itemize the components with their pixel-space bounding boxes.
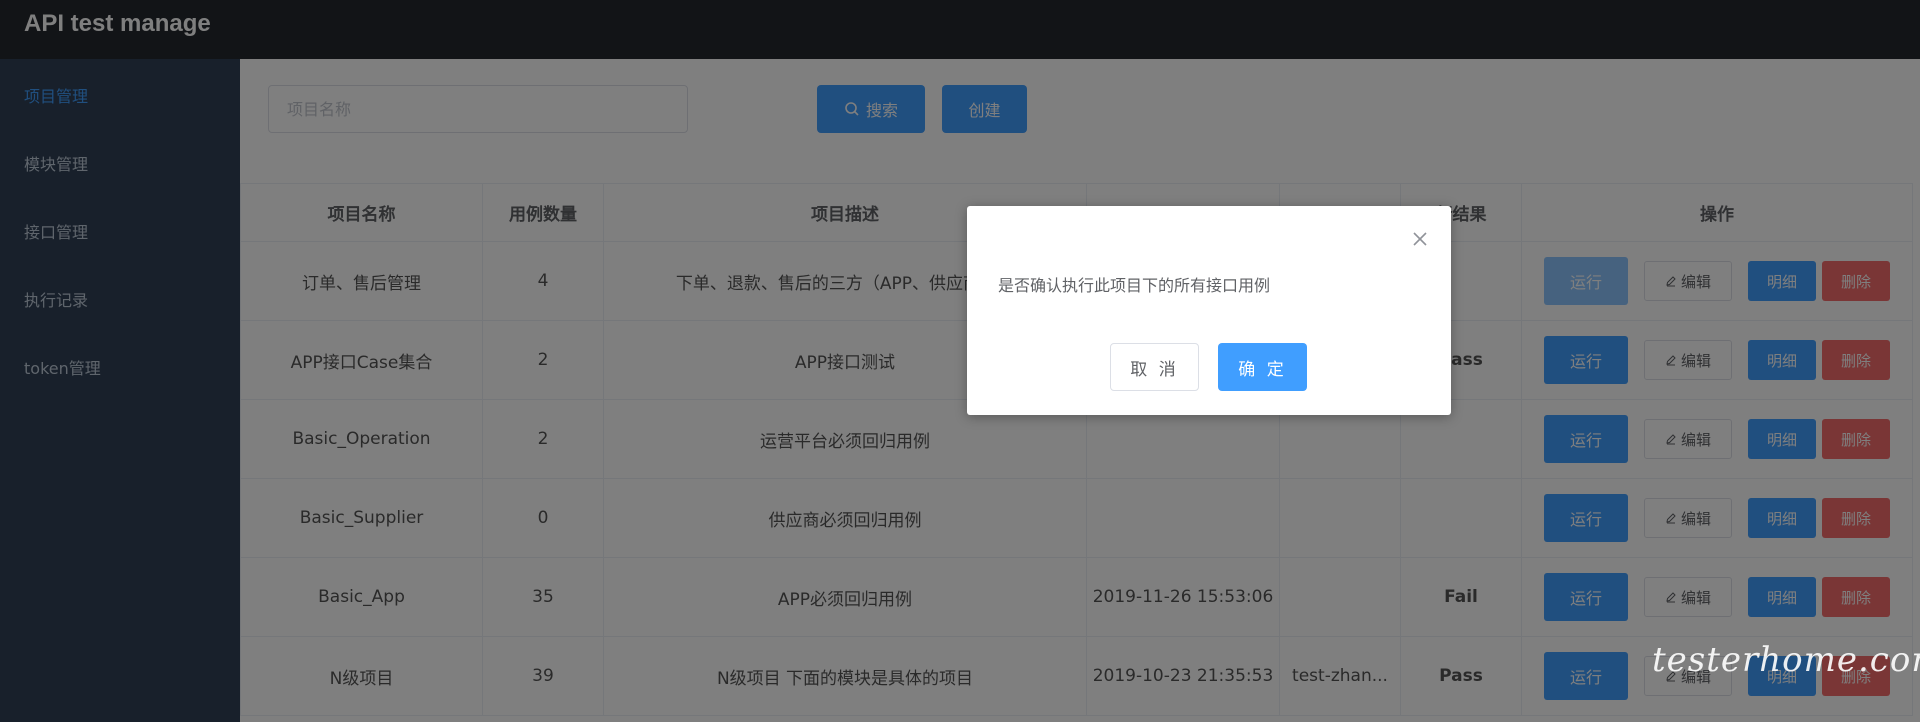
confirm-button[interactable]: 确 定 xyxy=(1218,343,1307,391)
close-icon[interactable] xyxy=(1411,230,1429,248)
dialog-message: 是否确认执行此项目下的所有接口用例 xyxy=(998,276,1271,295)
cancel-button[interactable]: 取 消 xyxy=(1110,343,1199,391)
modal-overlay[interactable] xyxy=(0,0,1920,722)
watermark: testerhome.com xyxy=(1652,640,1920,680)
confirm-dialog: 是否确认执行此项目下的所有接口用例 取 消 确 定 xyxy=(967,206,1451,415)
